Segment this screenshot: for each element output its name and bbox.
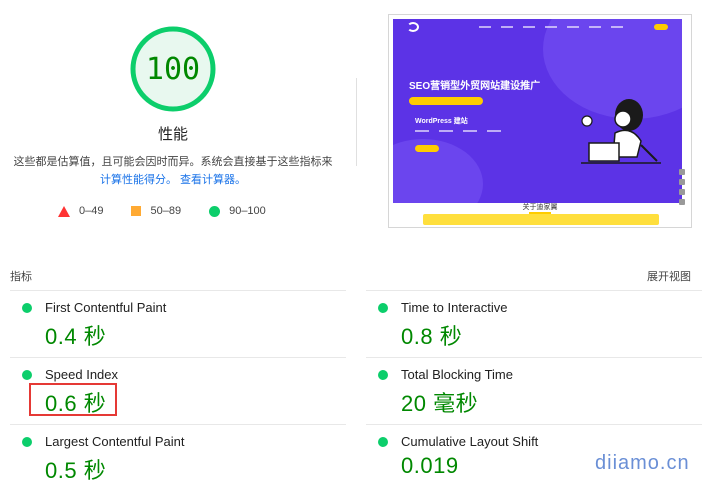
metric-name: Cumulative Layout Shift xyxy=(401,434,539,449)
circle-icon xyxy=(209,205,221,217)
screenshot-hero-title: SEO营销型外贸网站建设推广 xyxy=(409,81,541,92)
screenshot-about-title: 关于迪家翼 xyxy=(522,204,558,211)
metrics-title: 指标 xyxy=(10,271,32,283)
performance-label: 性能 xyxy=(157,126,188,143)
metric-value: 0.4 秒 xyxy=(45,324,107,349)
metric-name: Total Blocking Time xyxy=(401,367,513,382)
performance-gauge: 100 xyxy=(128,24,218,114)
speed-index-highlight-box xyxy=(29,383,117,416)
expand-view-toggle[interactable]: 展开视图 xyxy=(647,268,691,284)
metric-first-contentful-paint: First Contentful Paint 0.4 秒 xyxy=(10,290,346,357)
performance-score: 100 xyxy=(145,51,201,87)
pass-circle-icon xyxy=(22,437,32,447)
description-text: 这些都是估算值，且可能会因时而异。系统会直接基于这些指标来 xyxy=(13,156,333,168)
legend-item-fail: 0–49 xyxy=(58,205,103,217)
legend-range-fail: 0–49 xyxy=(79,205,104,217)
metric-name: Largest Contentful Paint xyxy=(45,434,185,449)
legend-range-average: 50–89 xyxy=(150,205,182,217)
pass-circle-icon xyxy=(378,437,388,447)
metric-value: 20 毫秒 xyxy=(401,391,479,416)
pass-circle-icon xyxy=(378,370,388,380)
screenshot-hero-sub: WordPress 建站 xyxy=(415,118,468,125)
screenshot-nav xyxy=(393,19,682,35)
illustration-icon xyxy=(581,99,661,164)
metric-value: 0.5 秒 xyxy=(45,458,107,483)
site-logo-icon xyxy=(407,22,419,32)
pass-circle-icon xyxy=(22,303,32,313)
pass-circle-icon xyxy=(22,370,32,380)
view-calculator-link[interactable]: 查看计算器。 xyxy=(180,174,246,186)
vertical-divider xyxy=(356,78,357,166)
screenshot-hero: SEO营销型外贸网站建设推广 WordPress 建站 xyxy=(393,19,682,203)
triangle-icon xyxy=(58,205,70,217)
watermark: diiamo.cn xyxy=(595,452,690,474)
metric-total-blocking-time: Total Blocking Time 20 毫秒 xyxy=(366,357,702,424)
calc-score-link[interactable]: 计算性能得分。 xyxy=(100,174,177,186)
performance-description: 这些都是估算值，且可能会因时而异。系统会直接基于这些指标来 计算性能得分。 查看… xyxy=(0,153,346,189)
final-screenshot[interactable]: SEO营销型外贸网站建设推广 WordPress 建站 关于迪家翼 xyxy=(388,14,692,228)
legend-item-pass: 90–100 xyxy=(209,205,266,217)
legend-item-average: 50–89 xyxy=(131,205,181,217)
metric-value: 0.019 xyxy=(401,453,459,478)
metric-name: Time to Interactive xyxy=(401,300,508,315)
metric-value: 0.8 秒 xyxy=(401,324,463,349)
legend-range-pass: 90–100 xyxy=(229,205,266,217)
pass-circle-icon xyxy=(378,303,388,313)
screenshot-cookie-bar xyxy=(423,214,659,225)
score-legend: 0–49 50–89 90–100 xyxy=(58,205,294,217)
metric-largest-contentful-paint: Largest Contentful Paint 0.5 秒 xyxy=(10,424,346,490)
metric-name: First Contentful Paint xyxy=(45,300,167,315)
square-icon xyxy=(131,206,142,216)
metric-name: Speed Index xyxy=(45,367,119,382)
metric-time-to-interactive: Time to Interactive 0.8 秒 xyxy=(366,290,702,357)
